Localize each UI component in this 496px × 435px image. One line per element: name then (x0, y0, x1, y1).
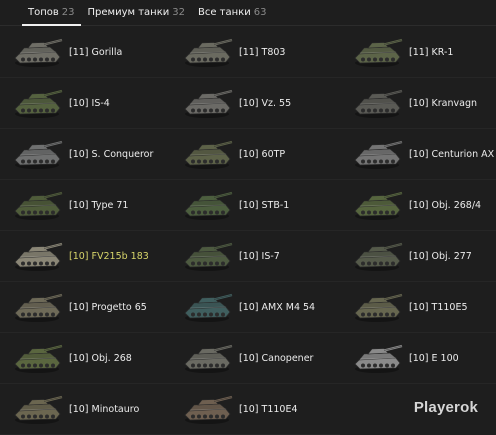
tank-item[interactable]: [11] KR-1 (340, 27, 496, 78)
tank-item[interactable]: [10] IS-7 (170, 231, 340, 282)
tank-item[interactable]: [10] Type 71 (0, 180, 170, 231)
tank-icon (350, 237, 404, 275)
tank-icon (350, 135, 404, 173)
tank-name: [10] STB-1 (239, 199, 290, 211)
tank-icon (350, 33, 404, 71)
tank-item[interactable]: [10] Obj. 277 (340, 231, 496, 282)
tank-item[interactable]: [10] Minotauro (0, 384, 170, 435)
tank-name: [10] Progetto 65 (69, 301, 147, 313)
tab-all-tanks-label: Все танки (197, 7, 251, 18)
tank-icon (350, 84, 404, 122)
tank-icon (180, 390, 234, 428)
tank-name: [11] T803 (239, 46, 286, 58)
tank-item[interactable]: [10] STB-1 (170, 180, 340, 231)
tank-name: [10] Minotauro (69, 403, 140, 415)
tank-item[interactable]: [10] FV215b 183 (0, 231, 170, 282)
tank-name: [10] Canopener (239, 352, 314, 364)
tank-icon (350, 186, 404, 224)
tank-name: [10] Obj. 277 (409, 250, 472, 262)
tank-item[interactable]: [10] AMX M4 54 (170, 282, 340, 333)
tank-name: [10] AMX M4 54 (239, 301, 316, 313)
tank-name: [10] Obj. 268 (69, 352, 132, 364)
tank-name: [11] KR-1 (409, 46, 454, 58)
tank-icon (10, 135, 64, 173)
tank-icon (180, 288, 234, 326)
tank-item[interactable]: [10] IS-4 (0, 78, 170, 129)
tab-premium-tanks[interactable]: Премиум танки 32 (88, 0, 185, 25)
tank-icon (10, 33, 64, 71)
tank-item[interactable]: [10] 60TP (170, 129, 340, 180)
tank-name: [10] S. Conqueror (69, 148, 154, 160)
tank-name: [10] Obj. 268/4 (409, 199, 482, 211)
tank-item[interactable]: [10] S. Conqueror (0, 129, 170, 180)
tank-icon (10, 186, 64, 224)
tank-icon (10, 84, 64, 122)
tank-item[interactable]: [10] Obj. 268 (0, 333, 170, 384)
tab-all-tanks-count: 63 (253, 7, 267, 18)
tank-item[interactable]: [10] E 100 (340, 333, 496, 384)
tank-icon (180, 186, 234, 224)
tank-name: [10] IS-4 (69, 97, 110, 109)
tank-name: [10] T110E4 (239, 403, 298, 415)
tank-item[interactable]: [10] Progetto 65 (0, 282, 170, 333)
tank-icon (180, 339, 234, 377)
tank-name: [10] 60TP (239, 148, 286, 160)
tank-grid: [11] Gorilla [11] T803 [11] KR-1 [10] IS-4 [… (0, 27, 496, 435)
tab-premium-tanks-count: 32 (172, 7, 185, 18)
tank-name: [10] Centurion AX (409, 148, 495, 160)
tank-item[interactable]: [10] Vz. 55 (170, 78, 340, 129)
tank-item[interactable]: [10] Obj. 268/4 (340, 180, 496, 231)
tank-item[interactable]: [10] Centurion AX (340, 129, 496, 180)
tab-top[interactable]: Топов 23 (22, 0, 80, 26)
brand-watermark: Playerok (413, 399, 478, 416)
tank-icon (180, 33, 234, 71)
tab-top-label: Топов (28, 7, 59, 18)
tank-icon (180, 84, 234, 122)
tank-name: [10] FV215b 183 (69, 250, 149, 262)
tank-name: [10] Vz. 55 (239, 97, 292, 109)
tank-item[interactable]: [10] T110E5 (340, 282, 496, 333)
tank-name: [10] T110E5 (409, 301, 468, 313)
tank-item[interactable]: [10] T110E4 (170, 384, 340, 435)
tank-item[interactable]: [11] Gorilla (0, 27, 170, 78)
tank-name: [11] Gorilla (69, 46, 123, 58)
tank-name: [10] IS-7 (239, 250, 280, 262)
tank-icon (10, 390, 64, 428)
tank-item[interactable]: [11] T803 (170, 27, 340, 78)
tab-all-tanks[interactable]: Все танки 63 (198, 0, 266, 25)
tab-premium-tanks-label: Премиум танки (87, 7, 170, 18)
tank-icon (10, 288, 64, 326)
tank-icon (180, 237, 234, 275)
tank-name: [10] E 100 (409, 352, 459, 364)
tab-top-count: 23 (61, 7, 75, 18)
tank-item[interactable]: [10] Canopener (170, 333, 340, 384)
tank-icon (10, 237, 64, 275)
tank-name: [10] Type 71 (69, 199, 129, 211)
tank-icon (350, 288, 404, 326)
tank-icon (350, 339, 404, 377)
tank-item[interactable]: [10] Kranvagn (340, 78, 496, 129)
tank-icon (180, 135, 234, 173)
tank-name: [10] Kranvagn (409, 97, 477, 109)
tab-bar: Топов 23 Премиум танки 32 Все танки 63 (0, 0, 496, 26)
tank-icon (10, 339, 64, 377)
